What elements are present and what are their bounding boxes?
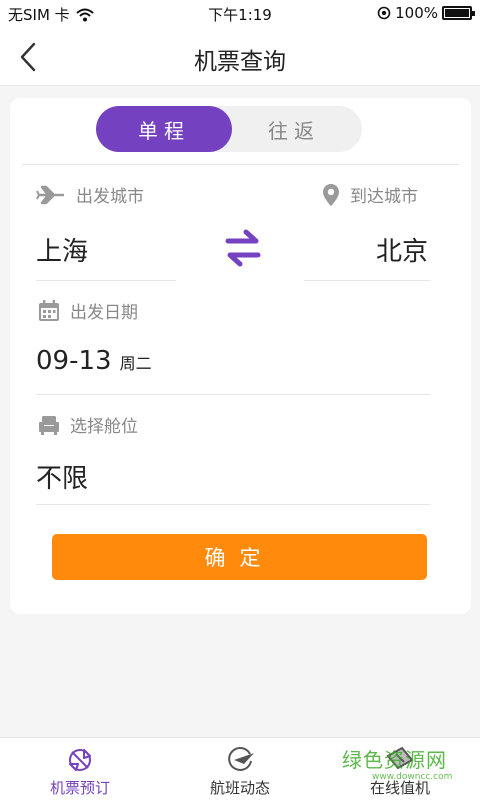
location-pin-icon [323, 183, 339, 206]
date-label: 出发日期 [38, 298, 138, 323]
arrival-label-text: 到达城市 [350, 187, 418, 207]
watermark-url: www.downcc.com [372, 772, 453, 782]
cabin-label: 选择舱位 [38, 412, 138, 437]
arrival-city[interactable]: 北京 [376, 231, 428, 268]
date-text: 09-13 [36, 346, 112, 376]
search-card: 往返 单程 出发城市 到达城市 上海 北京 出发日期 09-13 周二 选择舱位… [10, 98, 471, 614]
flight-status-icon [228, 747, 254, 771]
tab-label: 航班动态 [209, 779, 270, 797]
swap-arrows-icon [225, 229, 261, 267]
clock-text: 下午1:19 [208, 6, 272, 24]
one-way-tab[interactable]: 单程 [96, 106, 232, 152]
departure-label: 出发城市 [36, 182, 144, 207]
departure-city[interactable]: 上海 [36, 231, 88, 268]
page-title: 机票查询 [194, 49, 286, 75]
cabin-value[interactable]: 不限 [36, 458, 88, 495]
round-trip-tab[interactable]: 往返 [226, 106, 362, 152]
date-label-text: 出发日期 [70, 303, 138, 323]
status-bar: 无SIM 卡 下午1:19 100% [0, 0, 480, 28]
battery-percent: 100% [395, 4, 438, 22]
confirm-button[interactable]: 确定 [52, 534, 427, 580]
cabin-underline [36, 504, 430, 505]
departure-label-text: 出发城市 [76, 187, 144, 207]
weekday-text: 周二 [119, 354, 152, 373]
departure-underline [36, 280, 176, 281]
cabin-label-text: 选择舱位 [70, 417, 138, 437]
battery-icon [442, 6, 475, 20]
tab-flight-booking[interactable]: 机票预订 [0, 738, 160, 800]
divider [22, 164, 459, 165]
seat-icon [39, 415, 59, 435]
airplane-icon [36, 185, 64, 204]
swap-cities-button[interactable] [222, 228, 264, 268]
trip-type-toggle: 往返 单程 [96, 106, 362, 152]
nav-bar: 机票查询 [0, 28, 480, 86]
eye-comfort-icon [377, 6, 391, 20]
arrival-label: 到达城市 [322, 182, 418, 207]
date-value[interactable]: 09-13 周二 [36, 346, 152, 376]
calendar-icon [39, 299, 59, 321]
watermark-text: 绿色资源网 [342, 748, 447, 772]
tab-label: 机票预订 [49, 779, 110, 797]
airplane-booking-icon [69, 749, 91, 771]
arrival-underline [304, 280, 430, 281]
tab-flight-status[interactable]: 航班动态 [160, 738, 320, 800]
date-underline [36, 394, 430, 395]
